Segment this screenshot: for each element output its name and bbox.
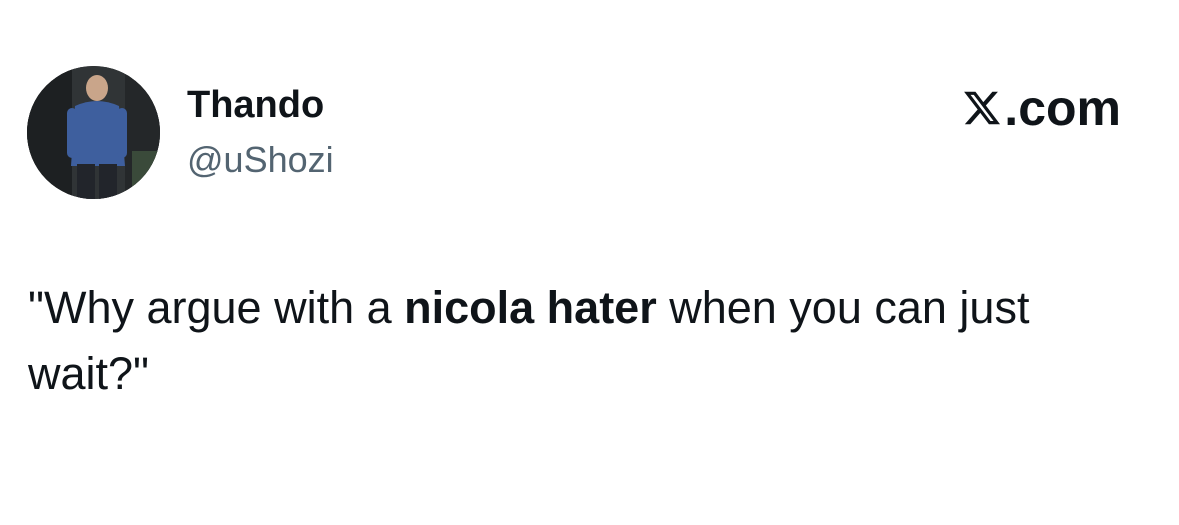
platform-domain-label: .com — [1004, 80, 1121, 136]
tweet-card: Thando @uShozi .com "Why argue with a ni… — [0, 0, 1179, 525]
tweet-text-bold: nicola hater — [404, 282, 657, 333]
tweet-text: "Why argue with a nicola hater when you … — [28, 275, 1108, 407]
tweet-text-before: "Why argue with a — [28, 282, 405, 333]
author-handle[interactable]: @uShozi — [187, 138, 334, 182]
author-display-name[interactable]: Thando — [187, 82, 324, 128]
avatar[interactable] — [27, 66, 160, 199]
x-logo-icon — [964, 91, 1001, 125]
person-avatar-icon — [27, 66, 160, 199]
platform-logo: .com — [962, 80, 1121, 136]
